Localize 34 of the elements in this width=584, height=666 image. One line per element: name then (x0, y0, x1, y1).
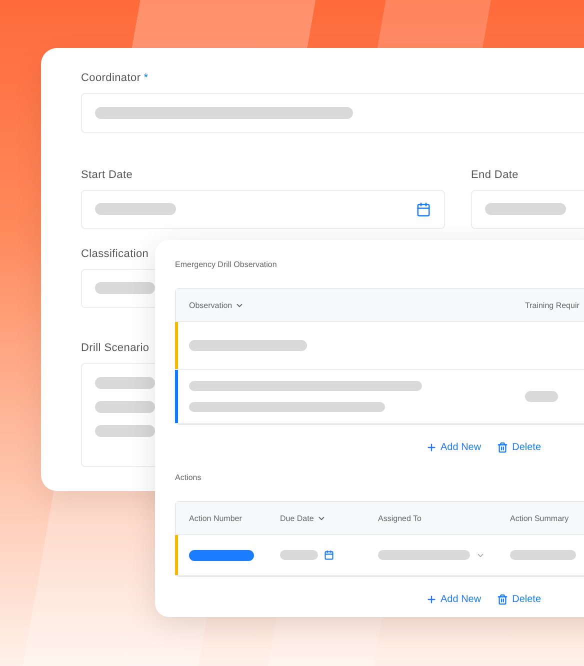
placeholder-bar (95, 401, 155, 413)
plus-icon (426, 442, 437, 453)
column-header: Action Number (189, 514, 243, 522)
calendar-icon (416, 202, 431, 216)
field-label: Coordinator * (81, 72, 148, 85)
placeholder-bar (95, 425, 155, 437)
plus-icon (426, 594, 437, 605)
placeholder-bar (95, 282, 155, 294)
calendar-icon (324, 550, 334, 560)
field-label: Classification (81, 248, 149, 260)
link-placeholder-bar[interactable] (189, 550, 254, 560)
field-label: Start Date (81, 168, 133, 182)
field-label: Drill Scenario (81, 342, 150, 355)
placeholder-bar (280, 550, 318, 560)
placeholder-bar (95, 377, 155, 389)
column-header: Assigned To (378, 514, 422, 522)
delete-button[interactable]: Delete (497, 594, 541, 605)
date-field[interactable] (471, 190, 584, 228)
delete-button[interactable]: Delete (497, 442, 541, 453)
add-new-button[interactable]: Add New (426, 442, 482, 453)
trash-icon (497, 594, 508, 605)
section-title: Emergency Drill Observation (175, 260, 278, 270)
column-header: Training Requir (525, 300, 580, 310)
column-header[interactable]: Due Date (280, 514, 378, 522)
input-field[interactable] (81, 93, 584, 133)
add-new-button[interactable]: Add New (426, 594, 482, 605)
column-header: Action Summary (510, 514, 570, 522)
field-label: End Date (471, 168, 518, 182)
placeholder-bar (525, 391, 558, 402)
section-title: Actions (175, 473, 202, 483)
date-field[interactable] (81, 190, 445, 228)
trash-icon (497, 442, 508, 453)
column-header[interactable]: Observation (189, 300, 525, 310)
placeholder-bar (510, 550, 576, 560)
